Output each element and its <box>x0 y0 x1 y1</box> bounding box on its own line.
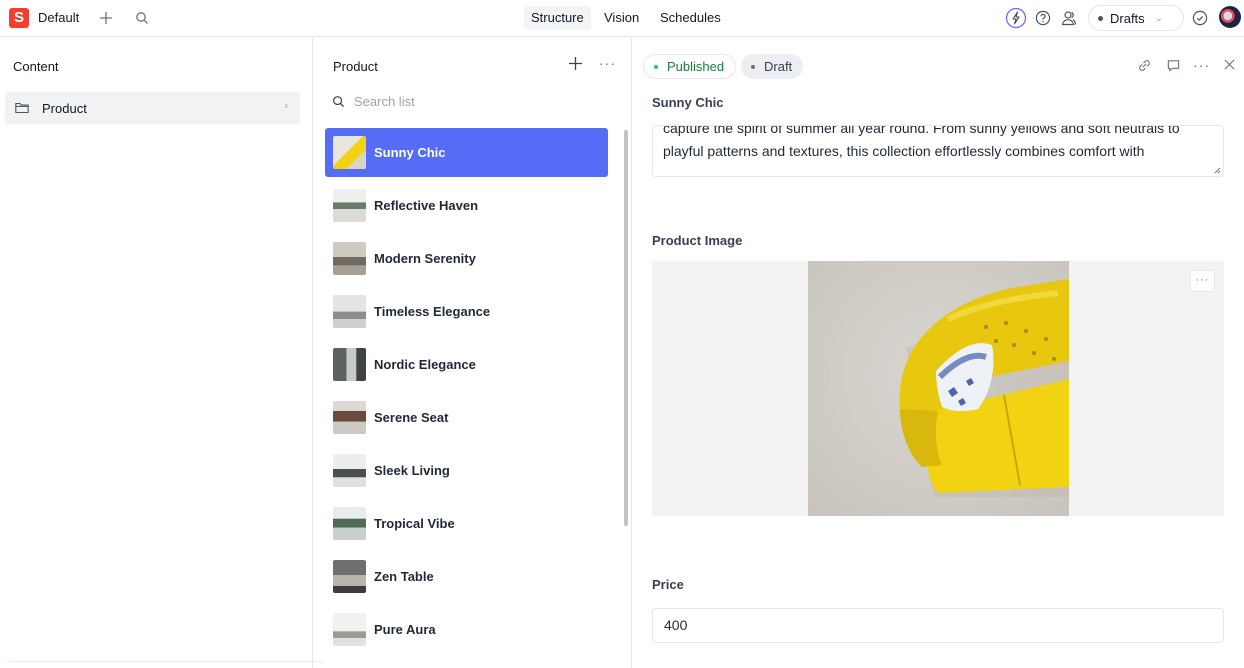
list-pane-title: Product <box>333 59 378 74</box>
comment-icon[interactable] <box>1166 58 1181 73</box>
product-thumbnail <box>333 242 366 275</box>
published-tab[interactable]: Published <box>643 54 737 79</box>
list-item-modern-serenity[interactable]: Modern Serenity <box>325 234 608 283</box>
list-item-title: Reflective Haven <box>374 198 479 213</box>
user-avatar[interactable] <box>1219 6 1241 28</box>
list-item-sleek-living[interactable]: Sleek Living <box>325 446 608 495</box>
product-thumbnail <box>333 401 366 434</box>
users-icon[interactable] <box>1059 8 1079 28</box>
product-thumbnail <box>333 136 366 169</box>
list-item-title: Sleek Living <box>374 463 450 478</box>
list-item-reflective-haven[interactable]: Reflective Haven <box>325 181 608 230</box>
product-thumbnail <box>333 613 366 646</box>
published-label: Published <box>667 59 725 74</box>
list-search[interactable] <box>332 94 574 109</box>
list-item-title: Zen Table <box>374 569 434 584</box>
search-icon[interactable] <box>132 8 152 28</box>
tab-structure[interactable]: Structure <box>524 6 591 30</box>
list-item-title: Serene Seat <box>374 410 449 425</box>
document-menu-icon[interactable]: ··· <box>1193 57 1210 73</box>
plus-icon[interactable] <box>96 8 116 28</box>
search-list-input[interactable] <box>354 94 574 109</box>
draft-status-dot <box>1098 15 1103 21</box>
price-label: Price <box>652 577 684 592</box>
link-icon[interactable] <box>1137 58 1152 73</box>
list-scrollbar[interactable] <box>624 130 628 526</box>
list-item-title: Sunny Chic <box>374 145 446 160</box>
product-list-pane: Product ··· Sunny Chic Reflective Haven … <box>313 38 632 668</box>
product-thumbnail <box>333 560 366 593</box>
check-circle-icon[interactable] <box>1190 8 1210 28</box>
draft-label: Draft <box>764 59 793 74</box>
product-thumbnail <box>333 507 366 540</box>
list-item-title: Nordic Elegance <box>374 357 476 372</box>
list-item-pure-aura[interactable]: Pure Aura <box>325 605 608 654</box>
drafts-selector[interactable]: Drafts ⌄ <box>1088 5 1184 31</box>
studio-logo[interactable]: S <box>9 8 29 28</box>
document-pane: Published Draft ··· Sunny Chic capture t… <box>632 38 1244 668</box>
draft-status-dot <box>751 64 755 69</box>
content-item-label: Product <box>42 100 87 116</box>
published-status-dot <box>654 64 658 69</box>
document-title: Sunny Chic <box>652 95 724 110</box>
list-item-serene-seat[interactable]: Serene Seat <box>325 393 608 442</box>
list-item-title: Modern Serenity <box>374 251 476 266</box>
content-item-product[interactable]: Product › <box>5 92 300 124</box>
list-item-title: Tropical Vibe <box>374 516 455 531</box>
product-list: Sunny Chic Reflective Haven Modern Seren… <box>325 128 608 658</box>
folder-icon <box>15 102 29 114</box>
tab-vision[interactable]: Vision <box>597 6 646 30</box>
draft-tab[interactable]: Draft <box>741 54 804 79</box>
list-item-title: Timeless Elegance <box>374 304 491 319</box>
price-input[interactable]: 400 <box>652 608 1224 643</box>
bottom-panel-edge <box>5 661 325 668</box>
product-thumbnail <box>333 189 366 222</box>
product-image <box>808 261 1069 516</box>
list-item-timeless-elegance[interactable]: Timeless Elegance <box>325 287 608 336</box>
list-item-title: Pure Aura <box>374 622 436 637</box>
search-icon <box>333 96 345 108</box>
content-pane: Content Product › <box>0 38 313 668</box>
list-item-zen-table[interactable]: Zen Table <box>325 552 608 601</box>
resize-handle-icon[interactable] <box>1213 166 1221 174</box>
content-pane-title: Content <box>13 59 59 74</box>
product-thumbnail <box>333 348 366 381</box>
workspace-name[interactable]: Default <box>38 10 79 25</box>
product-thumbnail <box>333 295 366 328</box>
product-image-label: Product Image <box>652 233 743 248</box>
product-image-field[interactable]: ··· <box>652 261 1224 516</box>
list-menu-icon[interactable]: ··· <box>599 55 616 71</box>
product-thumbnail <box>333 454 366 487</box>
chevron-right-icon: › <box>284 100 288 112</box>
tab-schedules[interactable]: Schedules <box>653 6 728 30</box>
lightning-icon[interactable] <box>1005 7 1027 29</box>
create-document-icon[interactable] <box>568 56 583 74</box>
description-textarea[interactable]: capture the spirit of summer all year ro… <box>652 125 1224 177</box>
chevron-down-icon: ⌄ <box>1154 12 1164 24</box>
list-item-tropical-vibe[interactable]: Tropical Vibe <box>325 499 608 548</box>
image-menu-icon[interactable]: ··· <box>1190 270 1215 292</box>
drafts-label: Drafts <box>1110 10 1145 26</box>
list-item-sunny-chic[interactable]: Sunny Chic <box>325 128 608 177</box>
list-item-nordic-elegance[interactable]: Nordic Elegance <box>325 340 608 389</box>
close-icon[interactable] <box>1223 58 1236 71</box>
help-icon[interactable] <box>1033 8 1053 28</box>
top-bar: S Default Structure Vision Schedules Dra… <box>0 0 1244 37</box>
description-text: capture the spirit of summer all year ro… <box>663 125 1180 159</box>
